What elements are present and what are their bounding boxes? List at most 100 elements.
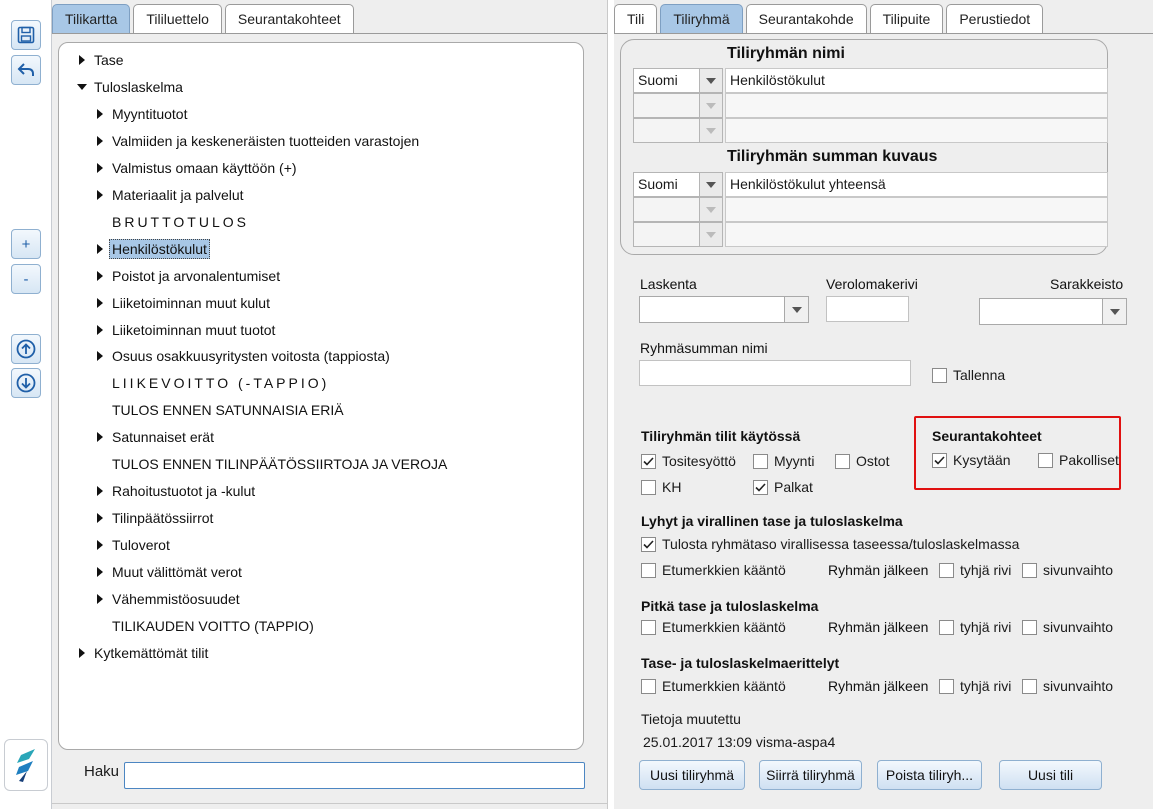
side-toolbar: + - <box>0 0 52 809</box>
tree-item[interactable]: Materiaalit ja palvelut <box>91 183 247 207</box>
short-page-break-checkbox[interactable]: sivunvaihto <box>1022 561 1113 579</box>
language-select[interactable] <box>633 118 723 143</box>
tab-perustiedot[interactable]: Perustiedot <box>946 4 1044 33</box>
kh-checkbox[interactable]: KH <box>641 478 681 496</box>
plus-label: + <box>21 235 31 253</box>
tositesyotto-checkbox[interactable]: Tositesyöttö <box>641 452 736 470</box>
long-sign-checkbox[interactable]: Etumerkkien kääntö <box>641 618 786 636</box>
tree-item[interactable]: LIIKEVOITTO (-TAPPIO) <box>91 371 332 395</box>
save-icon[interactable] <box>11 20 41 50</box>
language-select[interactable]: Suomi <box>633 68 723 93</box>
tree-item[interactable]: Kytkemättömät tilit <box>73 641 211 665</box>
tree-item[interactable]: Liiketoiminnan muut tuotot <box>91 318 278 342</box>
language-select[interactable] <box>633 93 723 118</box>
delete-group-button[interactable]: Poista tiliryh... <box>877 760 982 790</box>
tree-item[interactable]: Vähemmistöosuudet <box>91 587 243 611</box>
tab-tilikartta[interactable]: Tilikartta <box>52 4 131 33</box>
language-select[interactable] <box>633 197 723 222</box>
chevron-down-icon <box>699 69 722 92</box>
long-empty-row-checkbox[interactable]: tyhjä rivi <box>939 618 1011 636</box>
tab-seurantakohteet[interactable]: Seurantakohteet <box>224 4 354 33</box>
arrow-down-circle-icon[interactable] <box>11 368 41 398</box>
tallenna-checkbox[interactable]: Tallenna <box>932 366 1005 384</box>
language-select[interactable]: Suomi <box>633 172 723 197</box>
expand-arrow-icon[interactable] <box>91 162 109 173</box>
short-sign-checkbox[interactable]: Etumerkkien kääntö <box>641 561 786 579</box>
tree-item[interactable]: Rahoitustuotot ja -kulut <box>91 479 258 503</box>
expand-arrow-icon[interactable] <box>91 486 109 497</box>
expand-arrow-icon[interactable] <box>91 297 109 308</box>
kysytaan-checkbox[interactable]: Kysytään <box>932 451 1011 469</box>
tree-item[interactable]: Valmiiden ja keskeneräisten tuotteiden v… <box>91 129 422 153</box>
spec-page-break-checkbox[interactable]: sivunvaihto <box>1022 677 1113 695</box>
long-page-break-checkbox[interactable]: sivunvaihto <box>1022 618 1113 636</box>
collapse-arrow-icon[interactable] <box>73 83 91 90</box>
zoom-out-button[interactable]: - <box>11 264 41 294</box>
expand-arrow-icon[interactable] <box>91 567 109 578</box>
language-value: Suomi <box>638 176 678 192</box>
tab-tiliryhma[interactable]: Tiliryhmä <box>660 4 743 33</box>
verolomakerivi-input[interactable] <box>826 296 909 322</box>
expand-arrow-icon[interactable] <box>91 243 109 254</box>
checkbox-box <box>753 453 768 469</box>
spec-sign-checkbox[interactable]: Etumerkkien kääntö <box>641 677 786 695</box>
tree-item[interactable]: Muut välittömät verot <box>91 560 245 584</box>
tree-item[interactable]: TULOS ENNEN TILINPÄÄTÖSSIIRTOJA JA VEROJ… <box>91 452 450 476</box>
laskenta-select[interactable] <box>639 296 809 323</box>
tree-item[interactable]: Satunnaiset erät <box>91 425 217 449</box>
ryhmasumma-input[interactable] <box>639 360 911 386</box>
myynti-checkbox[interactable]: Myynti <box>753 452 814 470</box>
tab-tilipuite[interactable]: Tilipuite <box>869 4 944 33</box>
tree-item[interactable]: Tuloverot <box>91 533 173 557</box>
zoom-in-button[interactable]: + <box>11 229 41 259</box>
expand-arrow-icon[interactable] <box>91 135 109 146</box>
expand-arrow-icon[interactable] <box>91 594 109 604</box>
expand-arrow-icon[interactable] <box>91 540 109 551</box>
expand-arrow-icon[interactable] <box>91 324 109 335</box>
undo-icon[interactable] <box>11 55 41 85</box>
tab-tili[interactable]: Tili <box>614 4 658 33</box>
palkat-checkbox[interactable]: Palkat <box>753 478 813 496</box>
group-sum-field[interactable] <box>725 197 1108 222</box>
new-group-button[interactable]: Uusi tiliryhmä <box>639 760 745 790</box>
tree-item[interactable]: Henkilöstökulut <box>91 237 210 261</box>
expand-arrow-icon[interactable] <box>73 55 91 65</box>
expand-arrow-icon[interactable] <box>91 351 109 362</box>
tree-item[interactable]: Poistot ja arvonalentumiset <box>91 264 283 288</box>
tree-item[interactable]: BRUTTOTULOS <box>91 210 252 234</box>
short-empty-row-checkbox[interactable]: tyhjä rivi <box>939 561 1011 579</box>
expand-arrow-icon[interactable] <box>91 270 109 281</box>
tab-seurantakohde[interactable]: Seurantakohde <box>745 4 867 33</box>
tree-item[interactable]: Valmistus omaan käyttöön (+) <box>91 156 300 180</box>
group-name-field[interactable] <box>725 118 1108 143</box>
checkbox-label: tyhjä rivi <box>960 619 1012 635</box>
new-account-button[interactable]: Uusi tili <box>999 760 1102 790</box>
sarakkeisto-select[interactable] <box>979 298 1127 325</box>
group-sum-field[interactable]: Henkilöstökulut yhteensä <box>725 172 1108 197</box>
expand-arrow-icon[interactable] <box>91 108 109 119</box>
arrow-up-circle-icon[interactable] <box>11 334 41 364</box>
tree-item[interactable]: TILIKAUDEN VOITTO (TAPPIO) <box>91 614 317 638</box>
group-sum-field[interactable] <box>725 222 1108 247</box>
language-select[interactable] <box>633 222 723 247</box>
spec-empty-row-checkbox[interactable]: tyhjä rivi <box>939 677 1011 695</box>
tree-item[interactable]: Tuloslaskelma <box>73 75 186 99</box>
expand-arrow-icon[interactable] <box>91 432 109 443</box>
tree-item[interactable]: Liiketoiminnan muut kulut <box>91 291 273 315</box>
ostot-checkbox[interactable]: Ostot <box>835 452 889 470</box>
print-level-checkbox[interactable]: Tulosta ryhmätaso virallisessa taseessa/… <box>641 535 1019 553</box>
tree-item[interactable]: Tase <box>73 48 127 72</box>
tree-item[interactable]: Myyntituotot <box>91 102 190 126</box>
expand-arrow-icon[interactable] <box>73 647 91 658</box>
expand-arrow-icon[interactable] <box>91 189 109 200</box>
group-name-field[interactable]: Henkilöstökulut <box>725 68 1108 93</box>
tree-item[interactable]: Osuus osakkuusyritysten voitosta (tappio… <box>91 344 393 368</box>
tree-item[interactable]: Tilinpäätössiirrot <box>91 506 216 530</box>
group-name-field[interactable] <box>725 93 1108 118</box>
expand-arrow-icon[interactable] <box>91 513 109 524</box>
search-input[interactable] <box>124 762 585 789</box>
tree-item[interactable]: TULOS ENNEN SATUNNAISIA ERIÄ <box>91 398 347 422</box>
move-group-button[interactable]: Siirrä tiliryhmä <box>759 760 862 790</box>
pakolliset-checkbox[interactable]: Pakolliset <box>1038 451 1119 469</box>
tab-tililuettelo[interactable]: Tililuettelo <box>133 4 222 33</box>
